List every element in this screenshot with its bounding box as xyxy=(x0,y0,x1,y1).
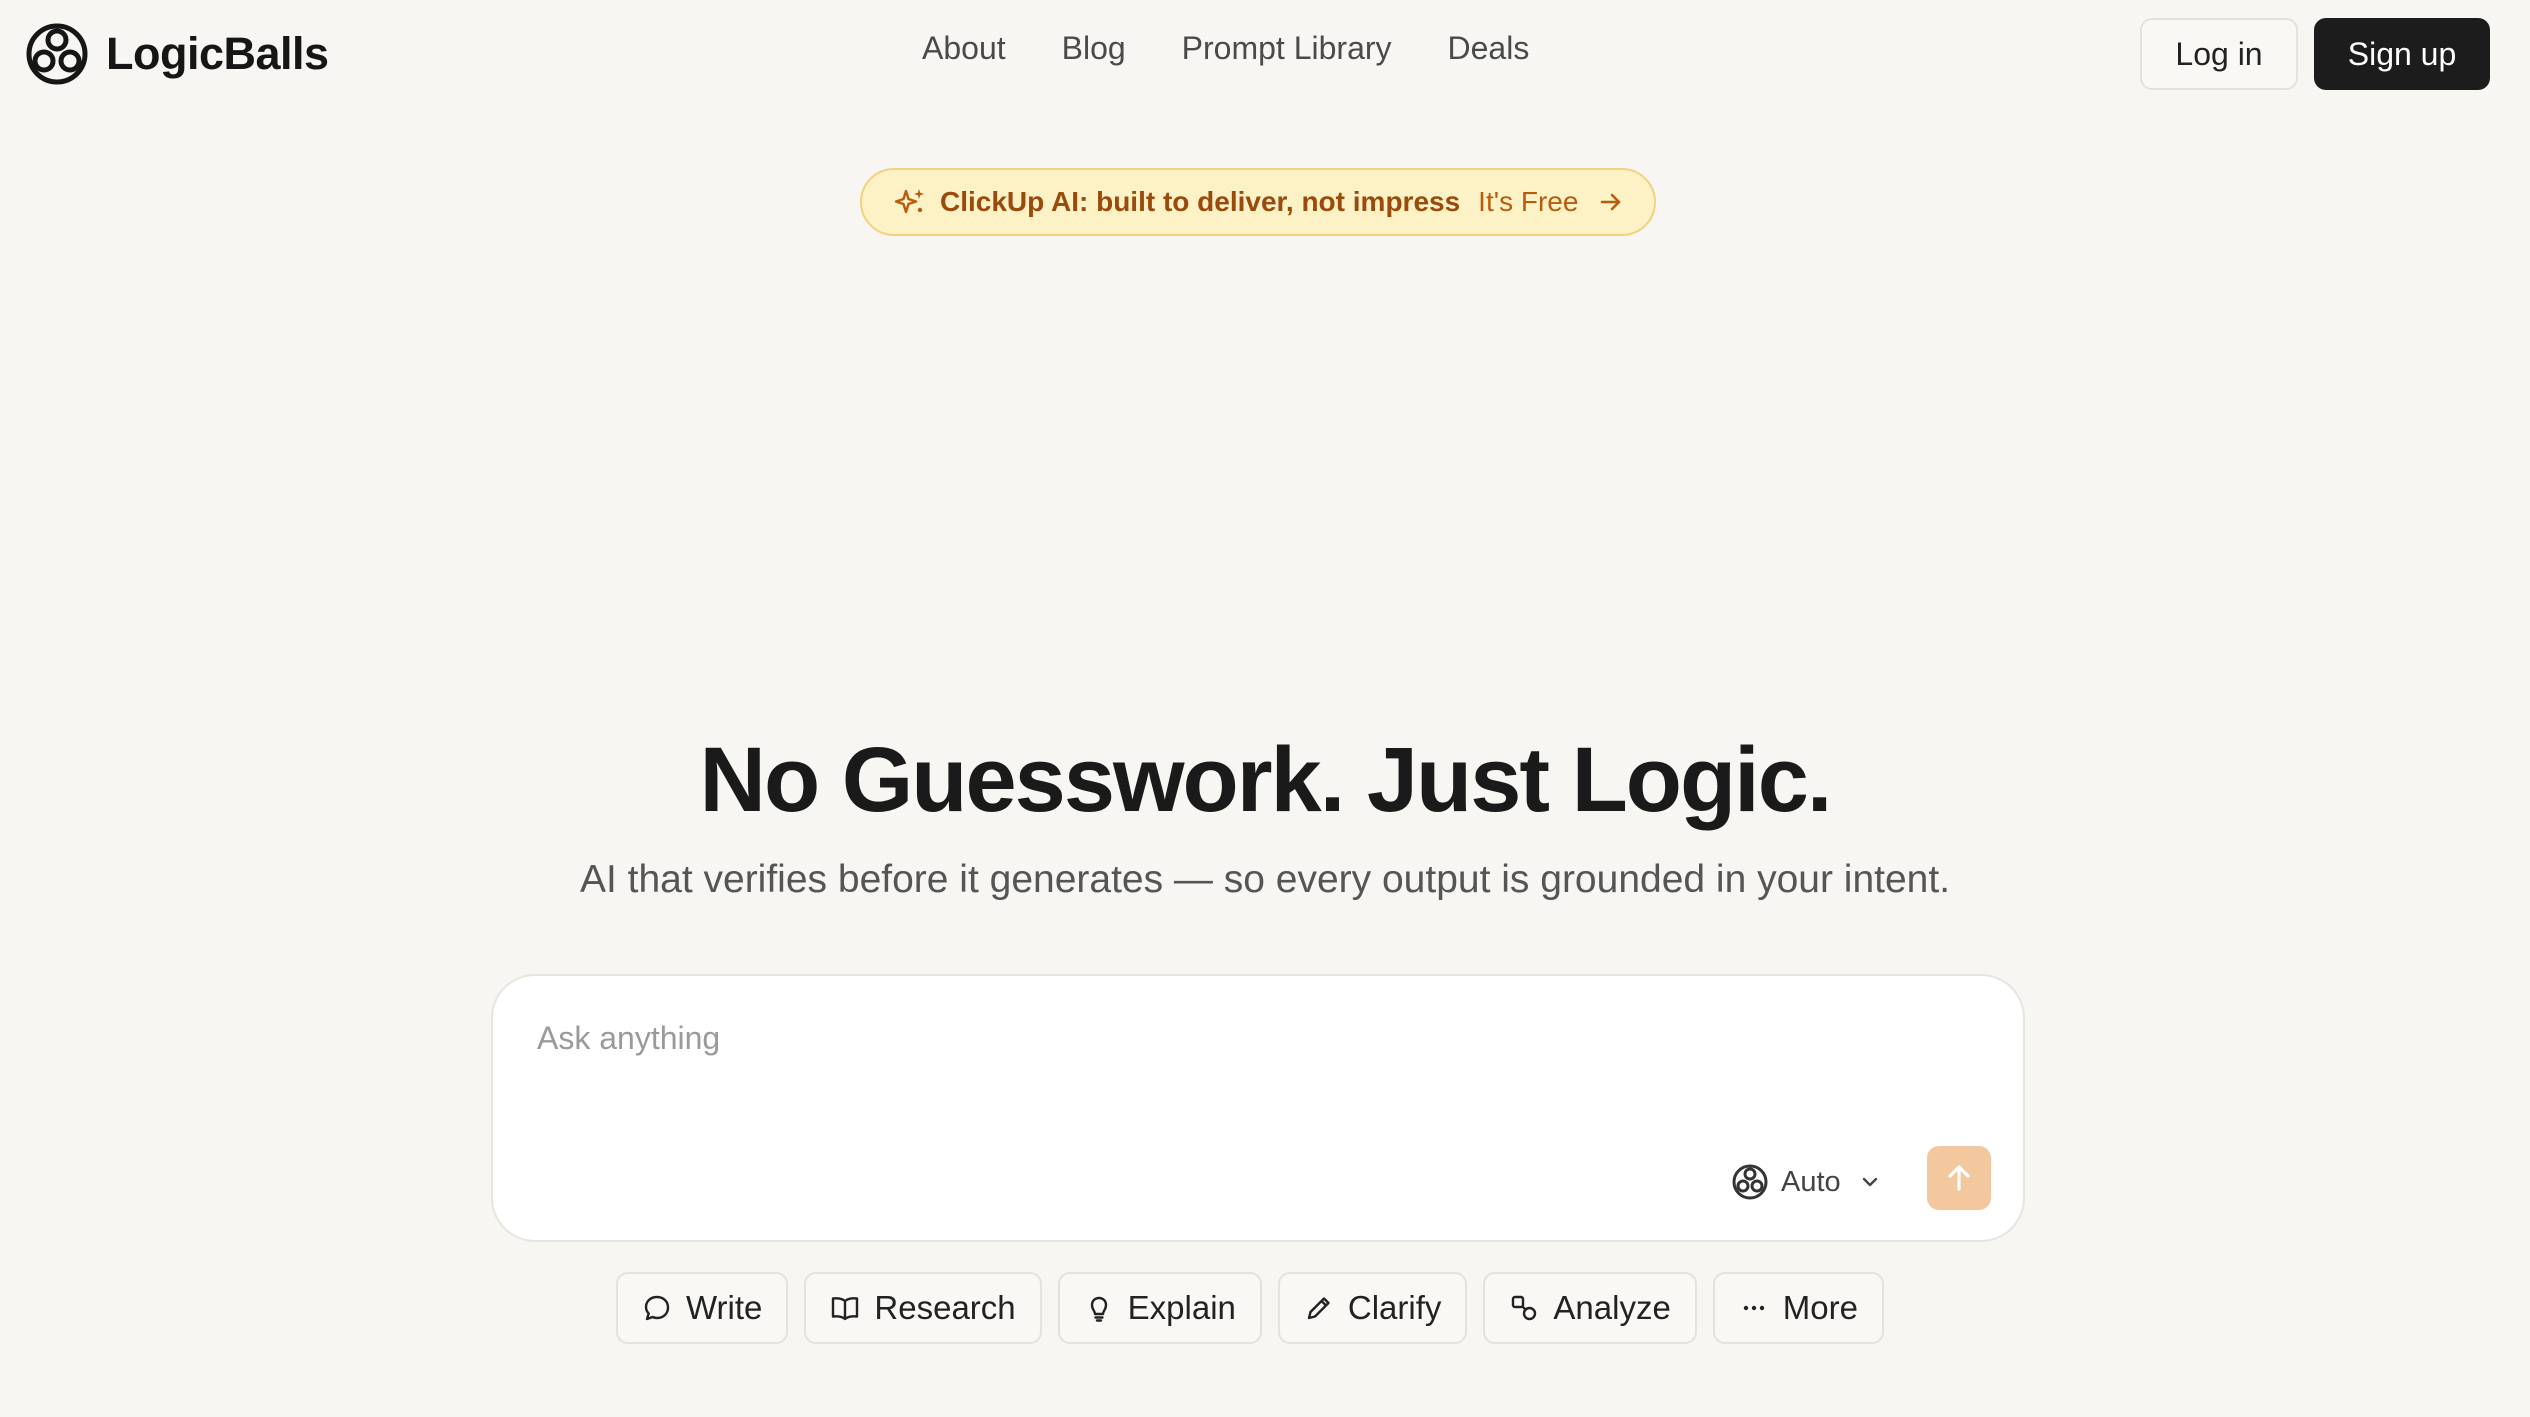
clarify-action-label: Clarify xyxy=(1347,1289,1442,1326)
nav-deals-link[interactable]: Deals xyxy=(1448,30,1530,67)
prompt-box: Auto xyxy=(491,974,2025,1242)
write-action-label: Write xyxy=(686,1289,763,1326)
more-action-button[interactable]: More xyxy=(1712,1272,1884,1344)
arrow-up-icon xyxy=(1948,1165,1970,1191)
page: LogicBalls About Blog Prompt Library Dea… xyxy=(0,0,2530,1417)
model-selector[interactable]: Auto xyxy=(1731,1154,1881,1210)
explain-action-label: Explain xyxy=(1127,1289,1236,1326)
logicballs-logo-icon xyxy=(26,23,88,85)
promo-banner[interactable]: ClickUp AI: built to deliver, not impres… xyxy=(860,168,1656,236)
explain-action-button[interactable]: Explain xyxy=(1057,1272,1262,1344)
analyze-action-button[interactable]: Analyze xyxy=(1483,1272,1697,1344)
pencil-icon xyxy=(1307,1297,1330,1320)
sparkles-icon xyxy=(894,189,924,214)
auth-buttons: Log in Sign up xyxy=(2140,18,2490,90)
write-action-button[interactable]: Write xyxy=(616,1272,789,1344)
quick-actions: Write Research Explain Clarify Analyze M… xyxy=(616,1272,1884,1344)
logicballs-model-icon xyxy=(1732,1164,1768,1200)
book-icon xyxy=(832,1297,859,1321)
brand-name: LogicBalls xyxy=(106,28,329,79)
hero-subtitle: AI that verifies before it generates — s… xyxy=(579,858,1951,901)
brand-logo[interactable]: LogicBalls xyxy=(24,20,329,88)
promo-text: ClickUp AI: built to deliver, not impres… xyxy=(940,186,1461,217)
send-button[interactable] xyxy=(1927,1146,1991,1210)
signup-button[interactable]: Sign up xyxy=(2314,18,2490,90)
analyze-action-label: Analyze xyxy=(1553,1289,1671,1326)
top-header: LogicBalls About Blog Prompt Library Dea… xyxy=(0,0,2530,108)
more-action-label: More xyxy=(1782,1289,1858,1326)
ellipsis-icon xyxy=(1743,1305,1764,1311)
prompt-input[interactable] xyxy=(537,1020,1977,1100)
arrow-right-icon xyxy=(1601,193,1621,211)
nav-about-link[interactable]: About xyxy=(922,30,1006,67)
nav-blog-link[interactable]: Blog xyxy=(1062,30,1126,67)
main-nav: About Blog Prompt Library Deals xyxy=(922,30,1529,67)
promo-cta-link[interactable]: It's Free xyxy=(1478,186,1578,218)
hero-title: No Guesswork. Just Logic. xyxy=(699,729,1833,831)
lightbulb-icon xyxy=(1090,1296,1107,1322)
research-action-button[interactable]: Research xyxy=(804,1272,1042,1344)
shapes-icon xyxy=(1512,1295,1537,1321)
chat-bubble-icon xyxy=(644,1295,670,1321)
chevron-down-icon xyxy=(1862,1177,1877,1187)
login-button[interactable]: Log in xyxy=(2140,18,2298,90)
research-action-label: Research xyxy=(874,1289,1016,1326)
nav-prompt-library-link[interactable]: Prompt Library xyxy=(1182,30,1392,67)
model-label: Auto xyxy=(1781,1165,1841,1198)
clarify-action-button[interactable]: Clarify xyxy=(1277,1272,1468,1344)
